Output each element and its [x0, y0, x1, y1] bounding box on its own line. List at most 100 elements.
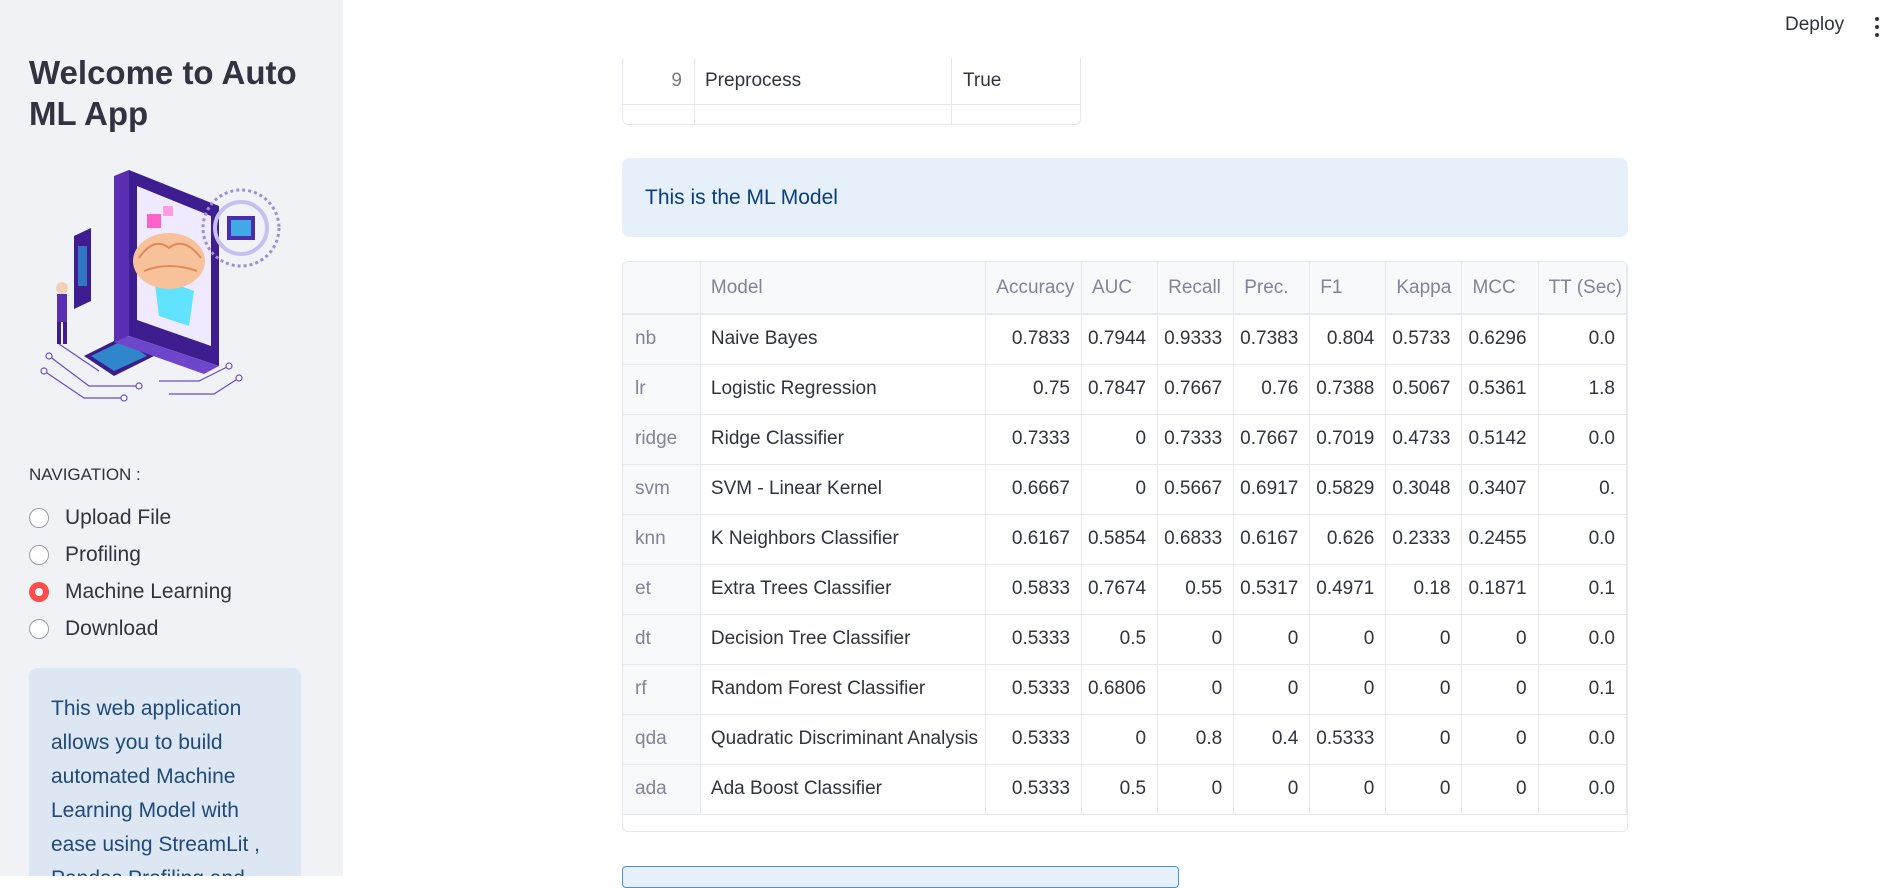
- metric-cell: 0.4: [1233, 714, 1311, 765]
- deploy-button[interactable]: Deploy: [1785, 14, 1844, 36]
- metric-cell: 0.7847: [1081, 364, 1159, 415]
- radio-checked-icon[interactable]: [29, 581, 49, 602]
- sidebar: Welcome to Auto ML App NAVIGATION: Uplo…: [0, 0, 343, 876]
- metric-cell: 0: [1157, 764, 1235, 815]
- table-row: 9 Preprocess True: [623, 58, 1080, 105]
- table-row[interactable]: nb Naive Bayes 0.7833 0.7944 0.9333 0.7383 0.8…: [623, 314, 1627, 365]
- metric-cell: 0.7944: [1081, 314, 1159, 365]
- metric-cell: 0.7667: [1233, 414, 1311, 465]
- metric-cell: 0.0: [1538, 714, 1627, 765]
- table-row[interactable]: dt Decision Tree Classifier 0.5333 0.5 0 0 0 0 0…: [623, 614, 1627, 665]
- metric-cell: 0.5: [1081, 614, 1159, 665]
- table-header-row: Model Accuracy AUC Recall Prec. F1 Kappa MCC TT …: [623, 262, 1627, 315]
- metric-cell: 0.6167: [985, 514, 1082, 565]
- row-index: ada: [623, 764, 701, 815]
- nav-option-label: Machine Learning: [65, 579, 232, 603]
- metric-cell: 0.18: [1385, 564, 1463, 615]
- setup-table: 9 Preprocess True: [622, 58, 1081, 125]
- model-name-cell: Decision Tree Classifier: [700, 614, 987, 665]
- metric-cell: 0.626: [1309, 514, 1387, 565]
- ai-brain-illustration: [40, 170, 281, 402]
- metric-cell: 0.0: [1538, 614, 1627, 665]
- metric-cell: 0.0: [1538, 414, 1627, 465]
- setup-param-value: True: [963, 70, 1002, 91]
- nav-option-profiling[interactable]: Profiling: [29, 536, 232, 573]
- table-row[interactable]: ada Ada Boost Classifier 0.5333 0.5 0 0 0 0 0 0.0: [623, 764, 1627, 815]
- row-index: et: [623, 564, 701, 615]
- metric-cell: 0: [1385, 764, 1463, 815]
- app-title: Welcome to Auto ML App: [29, 54, 297, 132]
- model-comparison-table[interactable]: Model Accuracy AUC Recall Prec. F1 Kappa MCC TT …: [622, 261, 1628, 832]
- radio-unchecked-icon[interactable]: [29, 507, 49, 528]
- model-name-cell: Ridge Classifier: [700, 414, 987, 465]
- model-name-cell: SVM - Linear Kernel: [700, 464, 987, 515]
- table-row[interactable]: svm SVM - Linear Kernel 0.6667 0 0.5667 0.691…: [623, 464, 1627, 515]
- metric-cell: 0: [1081, 464, 1159, 515]
- metric-cell: 0: [1385, 714, 1463, 765]
- download-model-button[interactable]: [622, 866, 1179, 888]
- metric-cell: 0.7833: [985, 314, 1082, 365]
- metric-cell: 0.: [1538, 464, 1627, 515]
- metric-cell: 0.5667: [1157, 464, 1235, 515]
- table-row[interactable]: ridge Ridge Classifier 0.7333 0 0.7333 0.7667…: [623, 414, 1627, 465]
- column-header[interactable]: Kappa: [1385, 262, 1463, 315]
- metric-cell: 0: [1081, 414, 1159, 465]
- table-row[interactable]: lr Logistic Regression 0.75 0.7847 0.7667 0.7…: [623, 364, 1627, 415]
- metric-cell: 0.0: [1538, 314, 1627, 365]
- metric-cell: 0.1871: [1461, 564, 1539, 615]
- metric-cell: 0.6667: [985, 464, 1082, 515]
- row-index: ridge: [623, 414, 701, 465]
- metric-cell: 0.5142: [1461, 414, 1539, 465]
- metric-cell: 0.7333: [1157, 414, 1235, 465]
- nav-option-upload-file[interactable]: Upload File: [29, 499, 232, 536]
- metric-cell: 0.7674: [1081, 564, 1159, 615]
- table-row[interactable]: knn K Neighbors Classifier 0.6167 0.5854 0.6…: [623, 514, 1627, 565]
- metric-cell: 0.3048: [1385, 464, 1463, 515]
- metric-cell: 0: [1233, 614, 1311, 665]
- column-header[interactable]: TT (Sec): [1538, 262, 1627, 315]
- metric-cell: 0.6917: [1233, 464, 1311, 515]
- metric-cell: 0: [1157, 664, 1235, 715]
- nav-option-download[interactable]: Download: [29, 610, 232, 647]
- nav-option-machine-learning[interactable]: Machine Learning: [29, 573, 232, 610]
- metric-cell: 0.4733: [1385, 414, 1463, 465]
- metric-cell: 0.5317: [1233, 564, 1311, 615]
- column-header-index[interactable]: [623, 262, 701, 315]
- row-index: knn: [623, 514, 701, 565]
- column-header[interactable]: Recall: [1157, 262, 1235, 315]
- metric-cell: 0: [1385, 664, 1463, 715]
- model-name-cell: Naive Bayes: [700, 314, 987, 365]
- metric-cell: 0.2455: [1461, 514, 1539, 565]
- column-header[interactable]: Model: [700, 262, 987, 315]
- metric-cell: 0: [1309, 764, 1387, 815]
- model-name-cell: K Neighbors Classifier: [700, 514, 987, 565]
- metric-cell: 0.6833: [1157, 514, 1235, 565]
- row-index: dt: [623, 614, 701, 665]
- metric-cell: 0.8: [1157, 714, 1235, 765]
- metric-cell: 0.2333: [1385, 514, 1463, 565]
- column-header[interactable]: MCC: [1461, 262, 1539, 315]
- metric-cell: 0: [1233, 664, 1311, 715]
- navigation-radio-group[interactable]: Upload File Profiling Machine Learning D…: [29, 499, 232, 647]
- column-header[interactable]: Prec.: [1233, 262, 1311, 315]
- metric-cell: 0: [1461, 764, 1539, 815]
- metric-cell: 0.5: [1081, 764, 1159, 815]
- table-row[interactable]: et Extra Trees Classifier 0.5833 0.7674 0.55…: [623, 564, 1627, 615]
- column-header[interactable]: F1: [1309, 262, 1387, 315]
- metric-cell: 0.7667: [1157, 364, 1235, 415]
- metric-cell: 0.5333: [985, 614, 1082, 665]
- metric-cell: 0.5733: [1385, 314, 1463, 365]
- metric-cell: 0.5333: [985, 764, 1082, 815]
- table-row[interactable]: rf Random Forest Classifier 0.5333 0.6806 0 0…: [623, 664, 1627, 715]
- ml-model-info-banner: This is the ML Model: [622, 158, 1628, 237]
- metric-cell: 0.9333: [1157, 314, 1235, 365]
- metric-cell: 0: [1461, 664, 1539, 715]
- column-header[interactable]: Accuracy: [985, 262, 1082, 315]
- metric-cell: 0.5067: [1385, 364, 1463, 415]
- radio-unchecked-icon[interactable]: [29, 618, 49, 639]
- radio-unchecked-icon[interactable]: [29, 544, 49, 565]
- model-name-cell: Quadratic Discriminant Analysis: [700, 714, 987, 765]
- column-header[interactable]: AUC: [1081, 262, 1159, 315]
- table-row[interactable]: qda Quadratic Discriminant Analysis 0.5333…: [623, 714, 1627, 765]
- kebab-menu-icon[interactable]: [1872, 14, 1882, 40]
